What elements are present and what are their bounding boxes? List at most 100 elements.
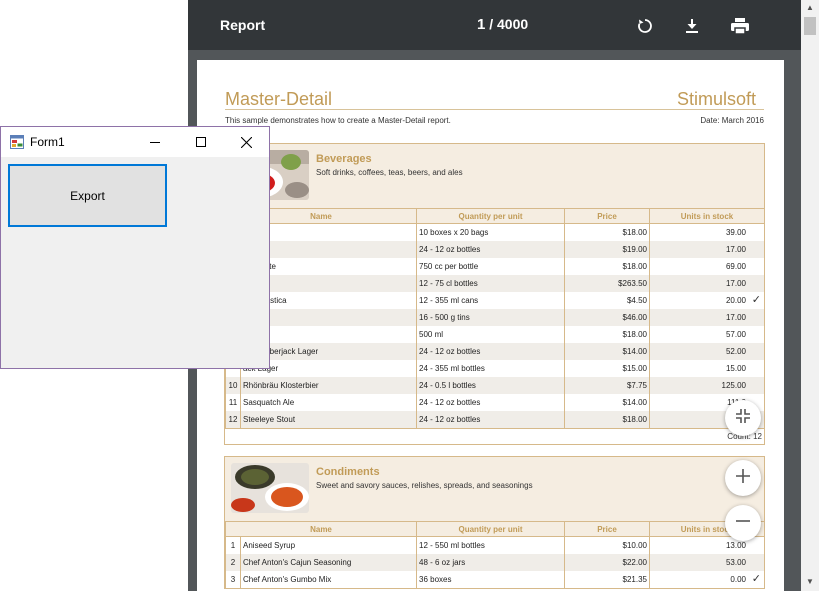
vertical-scrollbar[interactable]: ▲ ▼ xyxy=(801,0,819,591)
condiments-photo xyxy=(231,463,309,513)
table-row: 24 - 12 oz bottles $19.00 17.00 xyxy=(225,240,765,258)
unit-price: $22.00 xyxy=(564,553,650,571)
current-page[interactable]: 1 xyxy=(477,16,485,33)
units-in-stock-text: 17.00 xyxy=(725,244,746,254)
units-in-stock-text: 125.00 xyxy=(721,380,746,390)
table-row: 3 Chef Anton's Gumbo Mix 36 boxes $21.35 0.0… xyxy=(225,570,765,588)
column-header-price: Price xyxy=(564,208,650,224)
report-brand: Stimulsoft xyxy=(676,89,756,109)
quantity-per-unit: 24 - 12 oz bottles xyxy=(416,410,565,428)
close-icon[interactable] xyxy=(223,127,269,157)
quantity-per-unit-text: 24 - 12 oz bottles xyxy=(419,414,481,424)
group-header: Condiments Sweet and savory sauces, reli… xyxy=(225,457,764,521)
scroll-up-icon[interactable]: ▲ xyxy=(805,3,815,13)
unit-price: $21.35 xyxy=(564,570,650,588)
report-page: Master-Detail Stimulsoft This sample dem… xyxy=(197,60,784,591)
rotate-icon[interactable] xyxy=(631,12,659,40)
products-table: Name Quantity per unit Price Units in st… xyxy=(225,208,765,428)
quantity-per-unit-text: 24 - 12 oz bottles xyxy=(419,244,481,254)
unit-price-text: $18.00 xyxy=(622,227,647,237)
maximize-icon[interactable] xyxy=(178,127,224,157)
quantity-per-unit: 500 ml xyxy=(416,325,565,343)
group-header: Beverages Soft drinks, coffees, teas, be… xyxy=(225,144,764,208)
download-icon[interactable] xyxy=(678,12,706,40)
column-header-quantity: Quantity per unit xyxy=(416,208,565,224)
quantity-per-unit-text: 750 cc per bottle xyxy=(419,261,479,271)
product-name-text: Rhönbräu Klosterbier xyxy=(243,380,319,390)
product-name-text: Chef Anton's Cajun Seasoning xyxy=(243,557,352,567)
row-number: 10 xyxy=(225,376,241,394)
fit-page-button[interactable] xyxy=(725,400,761,436)
scrollbar-thumb[interactable] xyxy=(804,17,816,35)
product-name: Chef Anton's Cajun Seasoning xyxy=(240,553,417,571)
products-table: Name Quantity per unit Price Units in st… xyxy=(225,521,765,588)
viewer-toolbar: Report 1 / 4000 xyxy=(188,0,801,50)
print-icon[interactable] xyxy=(726,12,754,40)
units-in-stock: 125.00 xyxy=(649,376,765,394)
quantity-per-unit-text: 24 - 12 oz bottles xyxy=(419,397,481,407)
zoom-in-icon xyxy=(736,468,750,488)
header-divider xyxy=(225,109,764,110)
unit-price: $14.00 xyxy=(564,342,650,360)
unit-price: $10.00 xyxy=(564,536,650,554)
quantity-per-unit: 48 - 6 oz jars xyxy=(416,553,565,571)
quantity-per-unit: 24 - 355 ml bottles xyxy=(416,359,565,377)
quantity-per-unit-text: 48 - 6 oz jars xyxy=(419,557,466,567)
unit-price: $18.00 xyxy=(564,410,650,428)
unit-price: $14.00 xyxy=(564,393,650,411)
table-row: ng Lumberjack Lager 24 - 12 oz bottles $14… xyxy=(225,342,765,360)
units-in-stock-text: 0.00 xyxy=(730,574,746,584)
units-in-stock: 20.00 ✓ xyxy=(649,291,765,309)
group-description: Sweet and savory sauces, relishes, sprea… xyxy=(316,481,533,490)
table-row: 1 Aniseed Syrup 12 - 550 ml bottles $10.00 1… xyxy=(225,536,765,554)
quantity-per-unit-text: 12 - 75 cl bottles xyxy=(419,278,478,288)
unit-price-text: $7.75 xyxy=(626,380,647,390)
quantity-per-unit: 36 boxes xyxy=(416,570,565,588)
quantity-per-unit-text: 12 - 355 ml cans xyxy=(419,295,479,305)
minimize-icon[interactable] xyxy=(132,127,178,157)
unit-price-text: $263.50 xyxy=(618,278,647,288)
app-form-icon xyxy=(10,135,24,154)
table-row: offee16 - 500 g tins$46.0017.00 xyxy=(225,308,765,326)
export-button[interactable]: Export xyxy=(8,164,167,227)
table-row: á Fantástica12 - 355 ml cans$4.5020.00✓ xyxy=(225,291,765,309)
units-in-stock: 39.00 xyxy=(649,223,765,241)
quantity-per-unit-text: 24 - 12 oz bottles xyxy=(419,346,481,356)
unit-price-text: $18.00 xyxy=(622,329,647,339)
units-in-stock: 52.00 xyxy=(649,342,765,360)
unit-price-text: $15.00 xyxy=(622,363,647,373)
unit-price-text: $14.00 xyxy=(622,397,647,407)
unit-price: $263.50 xyxy=(564,274,650,292)
table-row: kööri500 ml$18.0057.00 xyxy=(225,325,765,343)
table-row: ack Lager24 - 355 ml bottles$15.0015.00 xyxy=(225,359,765,377)
row-number: 1 xyxy=(225,536,241,554)
window-titlebar[interactable]: Form1 xyxy=(1,127,269,157)
units-in-stock-text: 52.00 xyxy=(725,346,746,356)
units-in-stock-text: 69.00 xyxy=(725,261,746,271)
quantity-per-unit-text: 10 boxes x 20 bags xyxy=(419,227,489,237)
quantity-per-unit: 16 - 500 g tins xyxy=(416,308,565,326)
window-title: Form1 xyxy=(30,135,65,149)
product-name-text: Steeleye Stout xyxy=(243,414,296,424)
row-number: 11 xyxy=(225,393,241,411)
units-in-stock-text: 57.00 xyxy=(725,329,746,339)
discontinued-check-icon: ✓ xyxy=(751,293,761,306)
units-in-stock-text: 15.00 xyxy=(725,363,746,373)
zoom-out-button[interactable] xyxy=(725,505,761,541)
quantity-per-unit: 24 - 0.5 l bottles xyxy=(416,376,565,394)
column-header-price: Price xyxy=(564,521,650,537)
table-row: 12 Steeleye Stout 24 - 12 oz bottles $18.00 xyxy=(225,410,765,428)
scroll-down-icon[interactable]: ▼ xyxy=(805,577,815,587)
unit-price-text: $22.00 xyxy=(622,557,647,567)
group-condiments: Condiments Sweet and savory sauces, reli… xyxy=(224,456,765,589)
group-name: Beverages xyxy=(316,153,372,165)
row-number: 3 xyxy=(225,570,241,588)
quantity-per-unit: 12 - 550 ml bottles xyxy=(416,536,565,554)
discontinued-check-icon: ✓ xyxy=(751,572,761,585)
column-header-stock: Units in stock xyxy=(649,208,765,224)
table-row: 10 boxes x 20 bags $18.00 39.00 xyxy=(225,223,765,241)
row-number: 12 xyxy=(225,410,241,428)
zoom-in-button[interactable] xyxy=(725,460,761,496)
report-title: Master-Detail xyxy=(225,89,333,109)
report-date: Date: March 2016 xyxy=(700,116,764,125)
